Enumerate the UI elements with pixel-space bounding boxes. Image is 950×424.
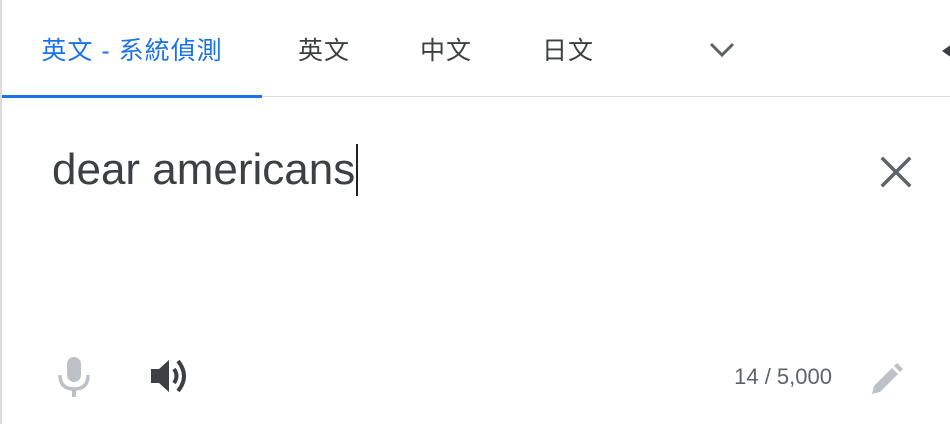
tab-english[interactable]: 英文 [272,0,376,97]
speaker-icon [151,359,186,393]
close-icon [880,156,912,188]
microphone-icon [58,357,90,397]
swap-languages-button[interactable] [940,42,950,60]
character-count: 14 / 5,000 [734,364,832,389]
tab-chinese[interactable]: 中文 [394,0,498,97]
translate-source-panel: 英文 - 系統偵測 英文 中文 日文 dear americans 14 / 5… [0,0,950,424]
source-language-tabs: 英文 - 系統偵測 英文 中文 日文 [2,0,950,98]
tab-japanese[interactable]: 日文 [516,0,620,97]
chevron-down-icon [709,42,735,58]
clear-source-button[interactable] [876,152,916,192]
tab-detect-language[interactable]: 英文 - 系統偵測 [2,0,262,98]
text-cursor [356,144,359,196]
source-text: dear americans [52,145,356,194]
more-languages-button[interactable] [702,30,742,70]
voice-input-button[interactable] [52,352,96,400]
listen-button[interactable] [147,352,195,400]
pencil-icon [872,363,903,394]
arrow-left-icon [942,45,950,57]
source-text-input[interactable]: dear americans [52,140,359,200]
edit-button[interactable] [868,362,904,398]
